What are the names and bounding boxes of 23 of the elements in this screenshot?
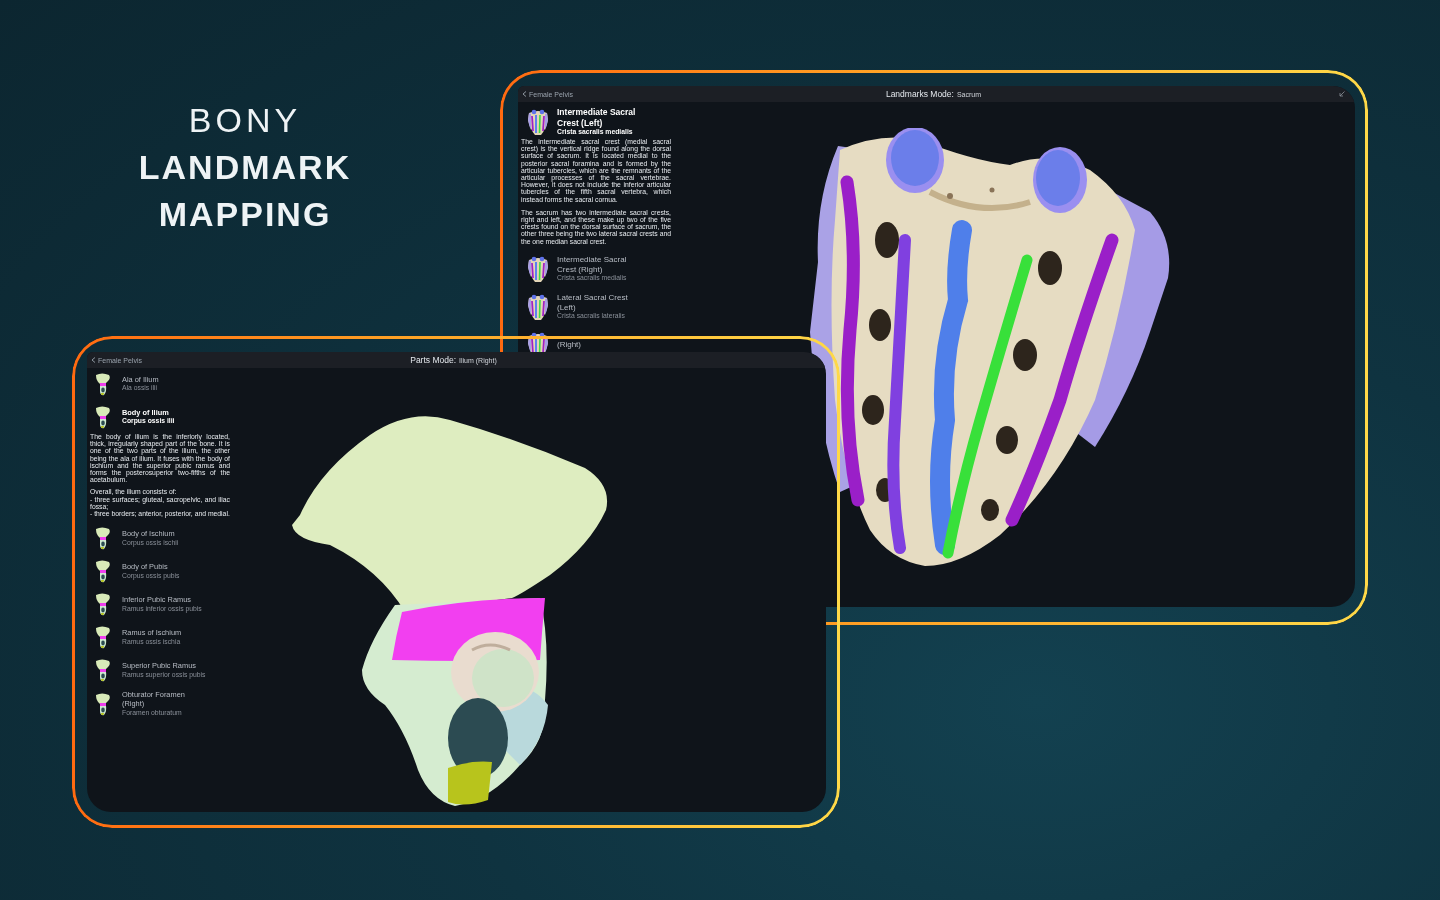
collapse-icon[interactable] xyxy=(1339,91,1345,97)
hip-bone-icon xyxy=(93,692,113,717)
hip-bone-icon xyxy=(93,372,113,396)
item-title[interactable]: Lateral Sacral Crest (Left) xyxy=(557,293,645,313)
sacrum-icon xyxy=(527,254,549,283)
mode-label: Landmarks Mode: xyxy=(885,88,954,100)
item-title[interactable]: Intermediate Sacral Crest (Left) xyxy=(557,107,645,128)
hip-bone-icon xyxy=(93,592,113,617)
sacrum-icon xyxy=(527,292,549,321)
item-title[interactable]: Intermediate Sacral Crest (Right) xyxy=(557,255,645,275)
back-icon xyxy=(522,91,527,97)
headline: BONY xyxy=(188,100,302,141)
item-title[interactable]: (Right) xyxy=(557,340,581,350)
back-icon xyxy=(91,357,96,363)
sacrum-icon xyxy=(527,107,549,136)
hip-bone-icon xyxy=(93,405,113,429)
headline: LANDMARK xyxy=(138,147,352,188)
hip-bone-icon xyxy=(93,658,113,683)
mode-label: Parts Mode: xyxy=(410,354,457,366)
hip-bone-icon xyxy=(93,526,113,551)
hip-bone-icon xyxy=(93,625,113,650)
hip-bone-icon xyxy=(93,559,113,584)
headline: MAPPING xyxy=(158,194,332,235)
